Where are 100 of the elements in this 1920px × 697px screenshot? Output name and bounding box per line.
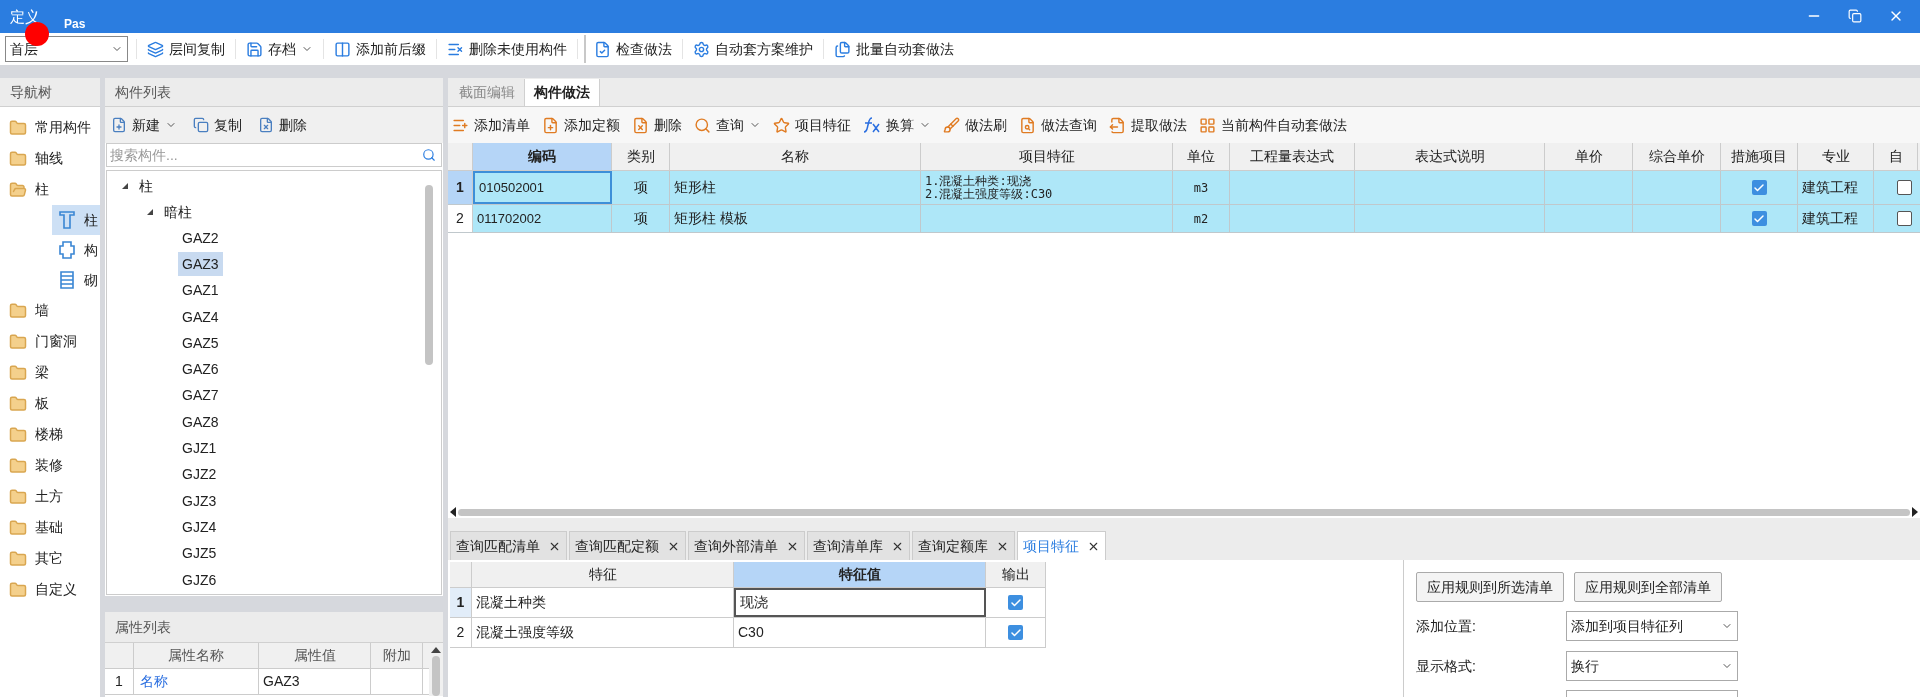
list-button[interactable]: 复制	[193, 114, 242, 136]
row-number[interactable]: 2	[450, 618, 472, 647]
nav-item[interactable]: 门窗洞	[0, 326, 100, 357]
column-header[interactable]: 措施项目	[1721, 143, 1798, 170]
checkbox[interactable]	[1008, 625, 1023, 640]
column-header[interactable]: 综合单价	[1633, 143, 1721, 170]
toolbar-button[interactable]: 批量自动套做法	[826, 35, 962, 63]
tree-item[interactable]: GAZ5	[178, 331, 223, 356]
row-number[interactable]: 1	[448, 171, 473, 204]
tab[interactable]: 查询清单库	[807, 531, 910, 560]
tab[interactable]: 查询匹配清单	[450, 531, 567, 560]
column-header[interactable]: 工程量表达式	[1230, 143, 1355, 170]
nav-item[interactable]: 轴线	[0, 143, 100, 174]
apply-rule-button[interactable]: 应用规则到全部清单	[1574, 572, 1722, 602]
tree-item[interactable]: GJZ6	[178, 568, 221, 592]
column-header[interactable]: 自	[1874, 143, 1918, 170]
tree-item[interactable]: GJZ1	[178, 436, 221, 461]
column-header[interactable]: 类别	[612, 143, 670, 170]
toolbar-button[interactable]: 添加前后缀	[326, 35, 434, 63]
scrollbar[interactable]	[429, 643, 443, 696]
toolbar-button[interactable]: 层间复制	[139, 35, 233, 63]
checkbox[interactable]	[1751, 211, 1767, 226]
search-icon[interactable]	[422, 148, 436, 162]
toolbar-button[interactable]: 当前构件自动套做法	[1199, 111, 1347, 139]
tab[interactable]: 项目特征	[1017, 531, 1106, 560]
nav-item[interactable]: 楼梯	[0, 419, 100, 450]
column-header[interactable]: 表达式说明	[1355, 143, 1545, 170]
checkbox[interactable]	[1897, 211, 1912, 226]
dropdown[interactable]: 添加到项目特征列	[1566, 611, 1738, 641]
tree-item[interactable]: GJZ4	[178, 515, 221, 540]
search-field[interactable]: 搜索构件...	[106, 143, 442, 167]
tab[interactable]: 查询外部清单	[688, 531, 805, 560]
toolbar-button[interactable]: 添加定额	[542, 111, 620, 139]
grid-icon	[1199, 116, 1216, 134]
checkbox[interactable]	[1897, 180, 1912, 195]
tree-item[interactable]: 暗柱	[164, 201, 192, 223]
column-header[interactable]: 编码	[473, 143, 612, 170]
tree-item[interactable]: GJZ5	[178, 541, 221, 566]
tab[interactable]: 查询匹配定额	[569, 531, 686, 560]
toolbar-button[interactable]: 存档	[238, 35, 321, 63]
nav-item[interactable]: 土方	[0, 481, 100, 512]
nav-item[interactable]: 常用构件	[0, 112, 100, 143]
list-button[interactable]: 删除	[258, 114, 307, 136]
list-button[interactable]: 新建	[111, 114, 177, 136]
nav-item[interactable]: 梁	[0, 357, 100, 388]
tab[interactable]: 查询定额库	[912, 531, 1015, 560]
toolbar-button[interactable]: 查询	[694, 111, 761, 139]
nav-item[interactable]: 板	[0, 388, 100, 419]
masonry-icon	[58, 270, 76, 290]
tree-item[interactable]: GAZ8	[178, 410, 223, 435]
expand-icon[interactable]	[121, 182, 129, 190]
horizontal-scrollbar[interactable]	[448, 506, 1920, 518]
tree-item[interactable]: GJZ3	[178, 489, 221, 514]
column-header[interactable]: 名称	[670, 143, 921, 170]
scroll-right-icon[interactable]	[1912, 507, 1918, 517]
toolbar-button[interactable]: 提取做法	[1109, 111, 1187, 139]
tree-item[interactable]: GJZ2	[178, 462, 221, 487]
column-header[interactable]: 单位	[1173, 143, 1230, 170]
nav-subitem[interactable]: 构	[52, 235, 100, 265]
column-header[interactable]: 项目特征	[921, 143, 1173, 170]
dropdown[interactable]: 换行	[1566, 651, 1738, 681]
nav-item[interactable]: 基础	[0, 512, 100, 543]
toolbar-button[interactable]: 添加清单	[452, 111, 530, 139]
tree-item[interactable]: GAZ6	[178, 357, 223, 382]
toolbar-button[interactable]: 项目特征	[773, 111, 851, 139]
column-header[interactable]: 特征值	[734, 562, 986, 587]
nav-item[interactable]: 柱	[0, 174, 100, 205]
nav-item[interactable]: 装修	[0, 450, 100, 481]
tree-item[interactable]: GAZ2	[178, 226, 223, 251]
scrollbar-thumb[interactable]	[425, 185, 433, 365]
apply-rule-button[interactable]: 应用规则到所选清单	[1416, 572, 1564, 602]
checkbox[interactable]	[1008, 595, 1023, 610]
expand-icon[interactable]	[146, 208, 154, 216]
nav-item[interactable]: 墙	[0, 295, 100, 326]
tree-item[interactable]: GAZ4	[178, 305, 223, 330]
tree-item[interactable]: 柱	[139, 175, 153, 197]
tree-item[interactable]: GAZ3	[178, 252, 223, 277]
nav-subitem[interactable]: 柱	[52, 205, 100, 235]
scroll-up-icon[interactable]	[431, 647, 441, 653]
toolbar-button[interactable]: 换算	[863, 111, 931, 139]
column-header[interactable]: 专业	[1798, 143, 1874, 170]
restore-icon[interactable]	[1848, 9, 1862, 23]
toolbar-button[interactable]: 检查做法	[584, 35, 680, 63]
toolbar-button[interactable]: 删除未使用构件	[439, 35, 575, 63]
checkbox[interactable]	[1751, 180, 1767, 195]
tree-item[interactable]: GAZ1	[178, 278, 223, 303]
row-number[interactable]: 1	[450, 588, 472, 617]
toolbar-button[interactable]: 做法查询	[1019, 111, 1097, 139]
nav-subitem[interactable]: 砌	[52, 265, 100, 295]
row-number[interactable]: 2	[448, 205, 473, 232]
nav-item[interactable]: 自定义	[0, 574, 100, 605]
column-header[interactable]: 单价	[1545, 143, 1633, 170]
tab[interactable]: 构件做法	[525, 79, 600, 106]
toolbar-button[interactable]: 自动套方案维护	[685, 35, 821, 63]
toolbar-button[interactable]: 删除	[632, 111, 682, 139]
tree-item[interactable]: GAZ7	[178, 383, 223, 408]
nav-item[interactable]: 其它	[0, 543, 100, 574]
toolbar-button[interactable]: 做法刷	[943, 111, 1007, 139]
scroll-left-icon[interactable]	[450, 507, 456, 517]
column-header[interactable]: 输出	[986, 562, 1046, 587]
